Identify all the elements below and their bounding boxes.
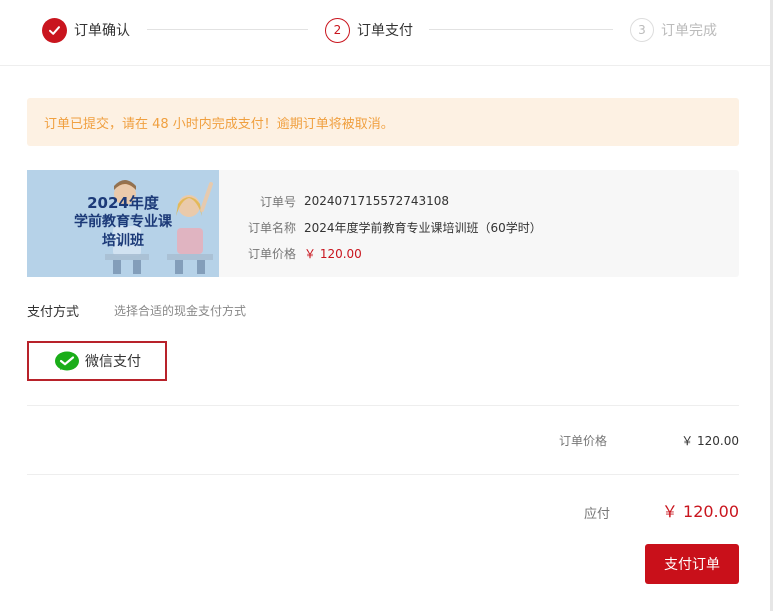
order-price-label: 订单价格	[248, 246, 297, 261]
summary-price-value: ￥ 120.00	[681, 434, 739, 448]
step-label: 订单支付	[357, 23, 413, 39]
notice-text: 订单已提交，请在 48 小时内完成支付！逾期订单将被取消。	[44, 116, 394, 132]
step-number: 2	[325, 17, 350, 43]
wechat-pay-option[interactable]: 微信支付	[27, 341, 167, 381]
payment-deadline-notice: 订单已提交，请在 48 小时内完成支付！逾期订单将被取消。	[27, 98, 739, 146]
step-connector	[429, 29, 613, 30]
cover-title-line: 培训班	[102, 233, 144, 249]
check-icon	[42, 17, 67, 43]
order-card: 2024年度 学前教育专业课 培训班 订单号 20240717155727431…	[27, 170, 739, 277]
order-name-label: 订单名称	[248, 220, 297, 235]
summary-price-label: 订单价格	[559, 434, 608, 448]
payment-method-hint: 选择合适的现金支付方式	[114, 304, 247, 318]
step-connector	[147, 29, 308, 30]
step-label: 订单确认	[74, 23, 130, 39]
cover-title-line: 学前教育专业课	[74, 214, 172, 230]
cover-title: 2024年度 学前教育专业课 培训班	[27, 194, 219, 251]
order-info: 订单号 2024071715572743108 订单名称 2024年度学前教育专…	[248, 188, 542, 266]
divider	[27, 405, 739, 406]
step-order-payment: 2 订单支付	[325, 17, 413, 43]
amount-due-value: ￥ 120.00	[661, 502, 739, 521]
order-number-row: 订单号 2024071715572743108	[248, 188, 542, 214]
pay-order-button[interactable]: 支付订单	[645, 544, 739, 584]
order-name-value: 2024年度学前教育专业课培训班（60学时）	[304, 220, 542, 235]
wechat-pay-icon	[55, 351, 79, 372]
course-cover-image: 2024年度 学前教育专业课 培训班	[27, 170, 219, 277]
order-number-label: 订单号	[259, 194, 296, 209]
step-label: 订单完成	[661, 23, 717, 39]
step-order-complete: 3 订单完成	[630, 17, 717, 43]
amount-due-label: 应付	[584, 507, 611, 522]
cover-title-line: 2024年度	[87, 194, 159, 212]
step-number: 3	[630, 18, 654, 42]
payment-method-title: 支付方式	[27, 305, 80, 320]
order-number-value: 2024071715572743108	[304, 194, 450, 208]
wechat-pay-label: 微信支付	[85, 354, 141, 370]
divider	[27, 474, 739, 475]
order-price-row: 订单价格 ￥ 120.00	[248, 240, 542, 266]
order-steps: 订单确认 2 订单支付 3 订单完成	[0, 0, 770, 66]
order-name-row: 订单名称 2024年度学前教育专业课培训班（60学时）	[248, 214, 542, 240]
step-order-confirm: 订单确认	[42, 17, 130, 43]
order-price-value: ￥ 120.00	[304, 246, 362, 261]
